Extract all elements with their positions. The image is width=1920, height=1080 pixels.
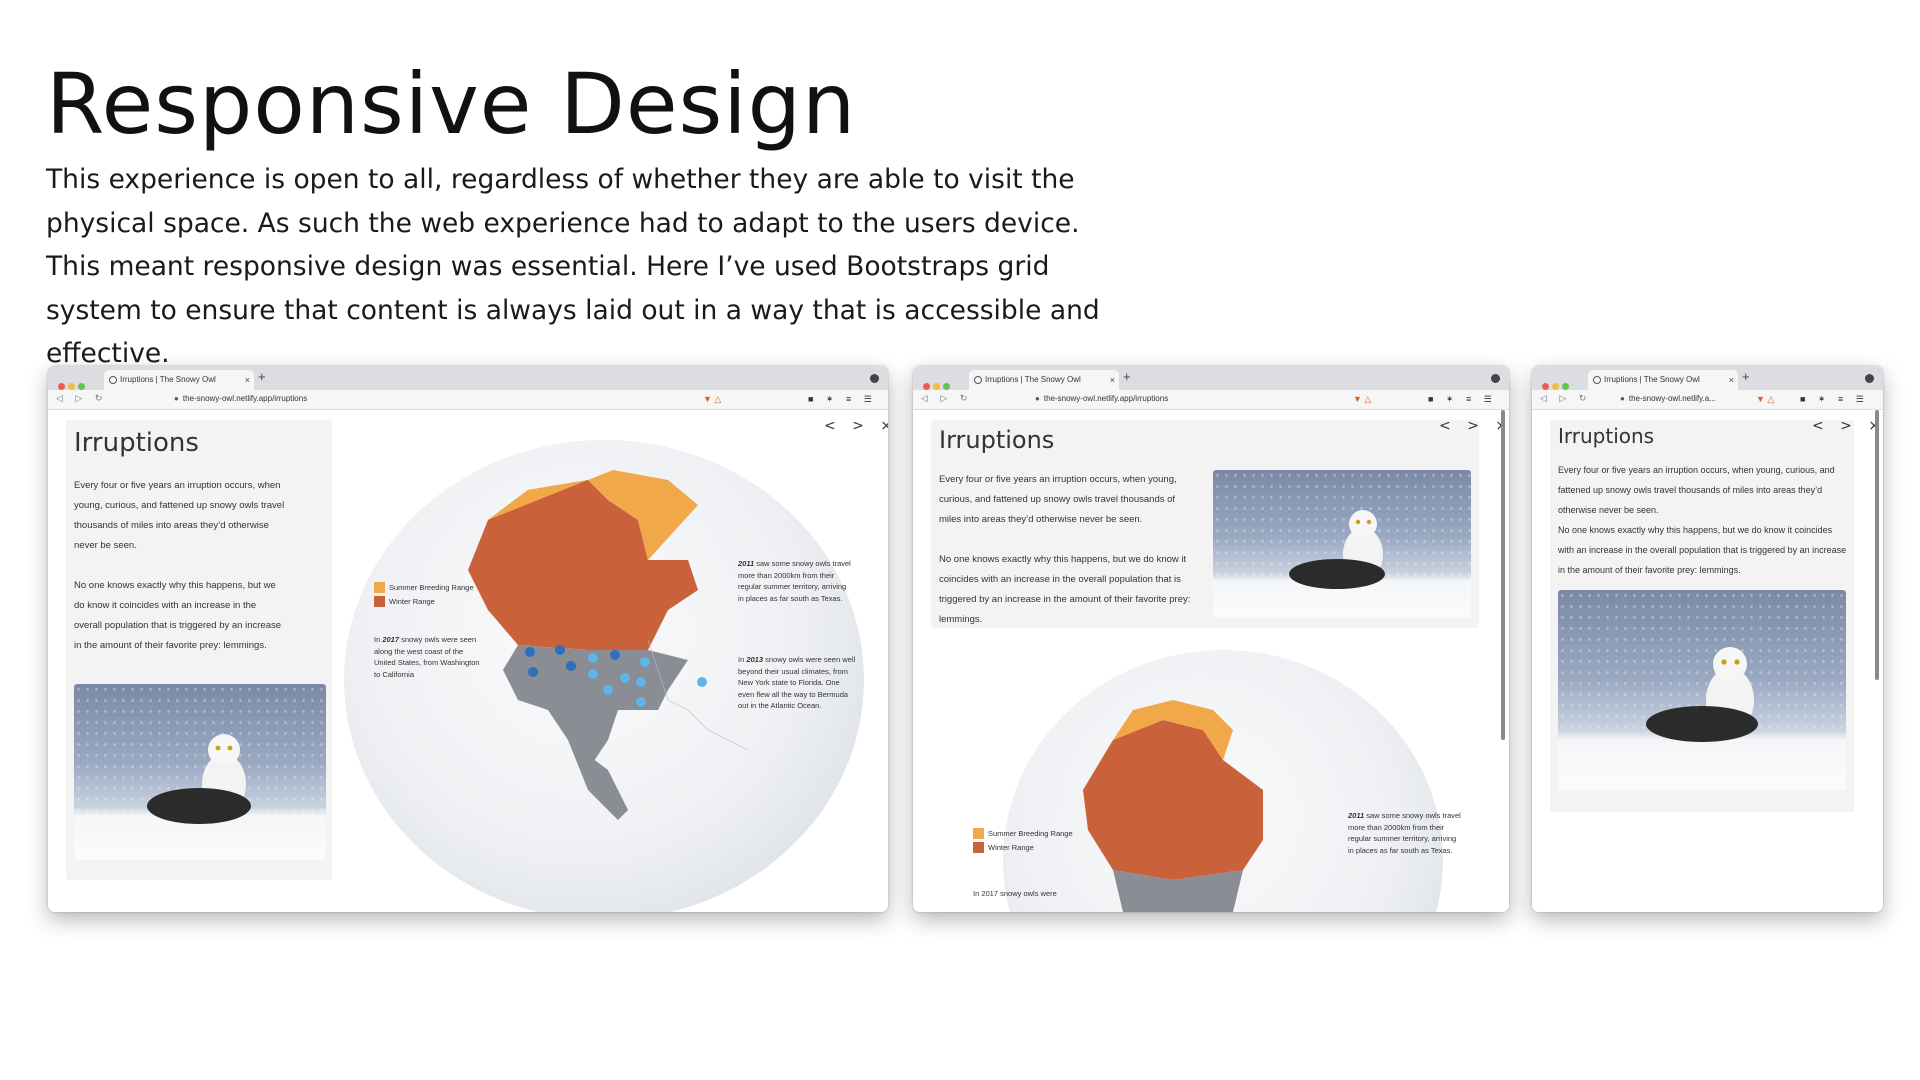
scrollbar-thumb[interactable]	[1875, 410, 1879, 680]
legend-summer: Summer Breeding Range	[374, 582, 474, 596]
globe-icon	[109, 376, 117, 384]
map-legend: Summer Breeding Range Winter Range	[973, 828, 1073, 856]
sighting-marker	[636, 697, 646, 707]
tab-title: Irruptions | The Snowy Owl	[1604, 375, 1700, 384]
paragraph-2: No one knows exactly why this happens, b…	[1558, 525, 1847, 575]
slide-title: Responsive Design	[46, 55, 857, 153]
url-text: the-snowy-owl.netlify.a...	[1628, 394, 1716, 403]
browser-tab[interactable]: Irruptions | The Snowy Owl ×	[104, 370, 254, 390]
note-2017-cut: In 2017 snowy owls were	[973, 889, 1057, 898]
menu-icon[interactable]	[870, 374, 879, 383]
sighting-marker	[610, 650, 620, 660]
tab-title: Irruptions | The Snowy Owl	[985, 375, 1081, 384]
extension-icons[interactable]: ■ ✶ ≡ ☰	[1428, 394, 1497, 405]
note-2011: 2011 saw some snowy owls travel more tha…	[738, 559, 851, 603]
sighting-marker	[525, 647, 535, 657]
url-text: the-snowy-owl.netlify.app/irruptions	[182, 394, 308, 403]
browser-window-mobile: Irruptions | The Snowy Owl × + ◁ ▷ ↻ ● th…	[1532, 366, 1883, 912]
browser-tab[interactable]: Irruptions | The Snowy Owl ×	[969, 370, 1119, 390]
sighting-marker	[620, 673, 630, 683]
legend-winter: Winter Range	[973, 842, 1073, 856]
lock-icon: ●	[1620, 394, 1625, 403]
page-content: Irruptions Every four or five years an i…	[1532, 410, 1883, 912]
info-panel: Irruptions Every four or five years an i…	[1550, 420, 1854, 812]
navigation-icons[interactable]: ◁ ▷ ↻	[56, 393, 107, 404]
close-tab-icon[interactable]: ×	[1729, 370, 1734, 390]
lock-icon: ●	[174, 394, 179, 403]
address-bar[interactable]: ● the-snowy-owl.netlify.a...	[1620, 394, 1752, 403]
snowy-owl-photo	[1558, 590, 1846, 790]
tab-strip: Irruptions | The Snowy Owl × +	[48, 366, 888, 390]
browser-tab[interactable]: Irruptions | The Snowy Owl ×	[1588, 370, 1738, 390]
navigation-icons[interactable]: ◁ ▷ ↻	[921, 393, 972, 404]
brave-shield-icon[interactable]: ▼ △	[1756, 394, 1774, 405]
tab-strip: Irruptions | The Snowy Owl × +	[913, 366, 1509, 390]
tab-strip: Irruptions | The Snowy Owl × +	[1532, 366, 1883, 390]
globe-icon	[974, 376, 982, 384]
page-heading: Irruptions	[1558, 424, 1655, 448]
new-tab-button[interactable]: +	[1123, 369, 1131, 384]
sighting-marker	[697, 677, 707, 687]
sighting-marker	[640, 657, 650, 667]
brave-shield-icon[interactable]: ▼ △	[1353, 394, 1371, 405]
new-tab-button[interactable]: +	[1742, 369, 1750, 384]
navigation-icons[interactable]: ◁ ▷ ↻	[1540, 393, 1591, 404]
sighting-marker	[528, 667, 538, 677]
address-bar[interactable]: ● the-snowy-owl.netlify.app/irruptions	[174, 394, 654, 403]
legend-summer: Summer Breeding Range	[973, 828, 1073, 842]
browser-window-tablet: Irruptions | The Snowy Owl × + ◁ ▷ ↻ ● th…	[913, 366, 1509, 912]
brave-shield-icon[interactable]: ▼ △	[703, 394, 721, 405]
summer-swatch	[973, 828, 984, 839]
slide-nav-controls[interactable]: < > ×	[1812, 418, 1883, 434]
sighting-marker	[566, 661, 576, 671]
note-2017: In 2017 snowy owls were seen along the w…	[374, 635, 480, 679]
slide-intro: This experience is open to all, regardle…	[46, 164, 1100, 369]
map-legend: Summer Breeding Range Winter Range	[374, 582, 474, 610]
browser-toolbar: ◁ ▷ ↻ ● the-snowy-owl.netlify.app/irrupti…	[913, 390, 1509, 410]
paragraph-1: Every four or five years an irruption oc…	[1558, 465, 1835, 515]
legend-winter: Winter Range	[374, 596, 474, 610]
sighting-marker	[603, 685, 613, 695]
summer-swatch	[374, 582, 385, 593]
browser-toolbar: ◁ ▷ ↻ ● the-snowy-owl.netlify.app/irrupti…	[48, 390, 888, 410]
page-content: Irruptions Every four or five years an i…	[913, 410, 1509, 912]
url-text: the-snowy-owl.netlify.app/irruptions	[1043, 394, 1169, 403]
winter-swatch	[973, 842, 984, 853]
tab-title: Irruptions | The Snowy Owl	[120, 375, 216, 384]
close-tab-icon[interactable]: ×	[1110, 370, 1115, 390]
new-tab-button[interactable]: +	[258, 369, 266, 384]
sighting-marker	[555, 645, 565, 655]
page-content: Irruptions Every four or five years an i…	[48, 410, 888, 912]
menu-icon[interactable]	[1865, 374, 1874, 383]
lock-icon: ●	[1035, 394, 1040, 403]
sighting-marker	[636, 677, 646, 687]
note-2011: 2011 saw some snowy owls travel more tha…	[1348, 811, 1461, 855]
browser-window-desktop: Irruptions | The Snowy Owl × + ◁ ▷ ↻ ● th…	[48, 366, 888, 912]
note-2013: In 2013 snowy owls were seen well beyond…	[738, 655, 856, 710]
sighting-marker	[588, 669, 598, 679]
browser-toolbar: ◁ ▷ ↻ ● the-snowy-owl.netlify.a... ▼ △ ■ …	[1532, 390, 1883, 410]
winter-swatch	[374, 596, 385, 607]
sighting-marker	[588, 653, 598, 663]
address-bar[interactable]: ● the-snowy-owl.netlify.app/irruptions	[1035, 394, 1335, 403]
extension-icons[interactable]: ■ ✶ ≡ ☰	[1800, 394, 1869, 405]
menu-icon[interactable]	[1491, 374, 1500, 383]
globe-icon	[1593, 376, 1601, 384]
close-tab-icon[interactable]: ×	[245, 370, 250, 390]
scrollbar-thumb[interactable]	[1501, 410, 1505, 740]
extension-icons[interactable]: ■ ✶ ≡ ☰	[808, 394, 877, 405]
